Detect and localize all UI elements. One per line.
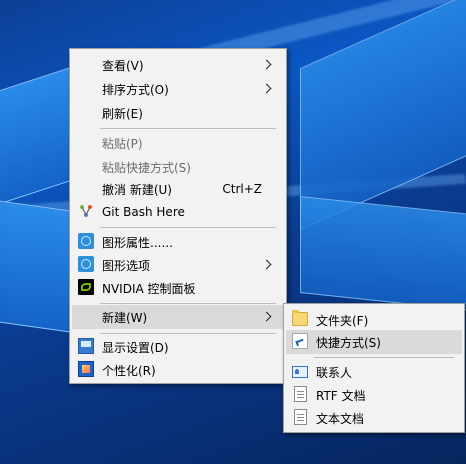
menu-item-label: 快捷方式(S)	[316, 335, 381, 350]
menu-item-label: 粘贴(P)	[102, 136, 143, 151]
menu-separator	[100, 227, 276, 228]
menu-item-nvidia-control-panel[interactable]: NVIDIA 控制面板	[72, 276, 284, 300]
menu-item-label: NVIDIA 控制面板	[102, 281, 196, 296]
new-submenu: 文件夹(F) 快捷方式(S) 联系人 RTF 文档 文本文档	[283, 303, 465, 433]
git-icon	[78, 203, 94, 219]
menu-item-graphics-options[interactable]: 图形选项	[72, 253, 284, 277]
menu-item-label: 新建(W)	[102, 310, 148, 325]
intel-graphics-icon	[78, 256, 94, 272]
menu-item-personalize[interactable]: 个性化(R)	[72, 358, 284, 382]
menu-item-label: 图形选项	[102, 258, 151, 273]
chevron-right-icon	[261, 259, 272, 270]
menu-separator	[100, 128, 276, 129]
chevron-right-icon	[261, 311, 272, 322]
menu-item-label: 个性化(R)	[102, 363, 156, 378]
menu-item-label: 文件夹(F)	[316, 313, 369, 328]
menu-item-label: 撤消 新建(U)	[102, 182, 172, 197]
rtf-document-icon	[294, 386, 307, 402]
menu-item-paste-shortcut[interactable]: 粘贴快捷方式(S)	[72, 155, 284, 179]
menu-item-label: 刷新(E)	[102, 106, 143, 121]
menu-item-label: 粘贴快捷方式(S)	[102, 160, 191, 175]
windows-logo-pane	[0, 66, 72, 208]
shortcut-icon	[292, 333, 308, 349]
folder-icon	[292, 310, 308, 326]
desktop-context-menu: 查看(V) 排序方式(O) 刷新(E) 粘贴(P) 粘贴快捷方式(S) 撤消 新…	[69, 48, 287, 384]
menu-item-git-bash-here[interactable]: Git Bash Here	[72, 200, 284, 224]
menu-item-label: 联系人	[316, 365, 353, 380]
menu-item-sort-by[interactable]: 排序方式(O)	[72, 77, 284, 101]
nvidia-icon	[78, 279, 94, 295]
submenu-item-folder[interactable]: 文件夹(F)	[286, 308, 462, 332]
menu-item-label: 文本文档	[316, 411, 365, 426]
chevron-right-icon	[261, 83, 272, 94]
windows-logo-pane	[0, 199, 72, 333]
chevron-right-icon	[261, 59, 272, 70]
submenu-item-contact[interactable]: 联系人	[286, 360, 462, 384]
menu-item-display-settings[interactable]: 显示设置(D)	[72, 335, 284, 359]
menu-item-label: 显示设置(D)	[102, 340, 169, 355]
windows-logo-pane	[300, 195, 466, 312]
menu-item-view[interactable]: 查看(V)	[72, 53, 284, 77]
menu-separator	[314, 357, 454, 358]
menu-item-label: 排序方式(O)	[102, 82, 169, 97]
submenu-item-text-document[interactable]: 文本文档	[286, 406, 462, 430]
menu-item-paste[interactable]: 粘贴(P)	[72, 131, 284, 155]
display-icon	[78, 338, 94, 354]
intel-graphics-icon	[78, 233, 94, 249]
contact-icon	[292, 366, 308, 378]
personalize-icon	[78, 361, 94, 377]
menu-item-label: 图形属性......	[102, 235, 173, 250]
menu-item-label: Git Bash Here	[102, 205, 185, 219]
menu-item-undo-new[interactable]: 撤消 新建(U) Ctrl+Z	[72, 177, 284, 201]
menu-item-refresh[interactable]: 刷新(E)	[72, 101, 284, 125]
menu-item-label: 查看(V)	[102, 58, 144, 73]
menu-item-graphics-properties[interactable]: 图形属性......	[72, 230, 284, 254]
menu-separator	[100, 303, 276, 304]
menu-separator	[100, 333, 276, 334]
windows-logo-pane	[300, 0, 466, 231]
submenu-item-shortcut[interactable]: 快捷方式(S)	[286, 330, 462, 354]
menu-item-label: RTF 文档	[316, 388, 366, 403]
menu-item-shortcut: Ctrl+Z	[222, 182, 262, 196]
submenu-item-rtf-document[interactable]: RTF 文档	[286, 383, 462, 407]
text-document-icon	[294, 409, 307, 425]
menu-item-new[interactable]: 新建(W)	[72, 305, 284, 329]
